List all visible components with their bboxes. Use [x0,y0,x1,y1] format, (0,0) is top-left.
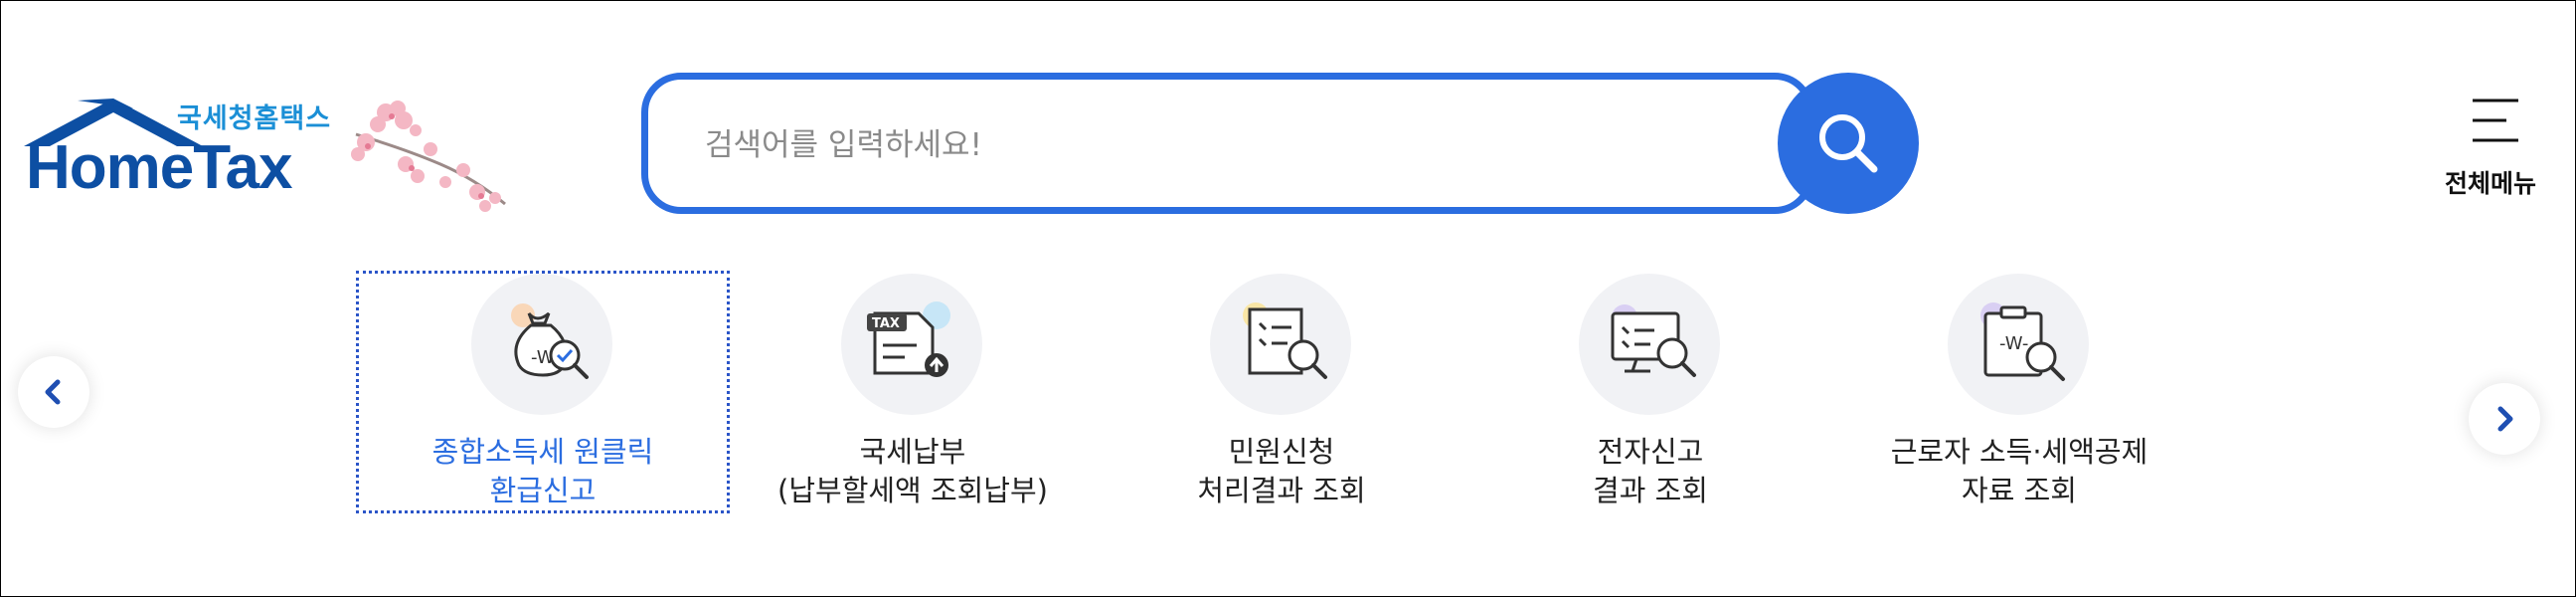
logo-subtitle: 국세청홈택스 [177,103,332,134]
quick-menu-label-line1: 종합소득세 원클릭 [431,435,654,469]
logo-title: HomeTax [26,133,292,202]
hometax-logo[interactable]: 국세청홈택스 HomeTax [18,95,506,214]
quick-menu-label-line2: 결과 조회 [1593,474,1708,507]
carousel-prev-button[interactable] [18,356,89,428]
quick-menu-icon-bg [1210,274,1351,415]
quick-menu-label: 종합소득세 원클릭 환급신고 [359,433,727,510]
quick-menu-item-income-tax-refund[interactable]: -W- 종합소득세 원클릭 환급신고 [356,271,730,513]
quick-menu-icon-bg: -W- [1948,274,2089,415]
monitor-search-icon [1611,304,1696,377]
hamburger-icon [2473,99,2518,142]
quick-menu-label-line1: 전자신고 [1597,435,1704,469]
quick-menu-label: 민원신청 처리결과 조회 [1098,433,1465,510]
quick-menu-label-line2: 자료 조회 [1962,474,2077,507]
all-menu-label: 전체메뉴 [2444,169,2536,198]
quick-menu-label-line2: (납부할세액 조회납부) [777,474,1048,507]
quick-menu-item-civil-petition-result[interactable]: 민원신청 처리결과 조회 [1098,274,1465,510]
quick-menu-item-tax-payment[interactable]: TAX 국세납부 (납부할세액 조회납부) [729,274,1097,510]
chevron-right-icon [2497,406,2513,432]
quick-menu-icon-bg: -W- [471,274,612,415]
quick-menu-item-worker-deduction-data[interactable]: -W- 근로자 소득·세액공제 자료 조회 [1835,274,2203,510]
quick-menu-icon-bg: TAX [841,274,982,415]
quick-menu-label-line1: 민원신청 [1228,435,1335,469]
search-input[interactable] [703,119,1701,171]
quick-menu-label: 근로자 소득·세액공제 자료 조회 [1835,433,2203,510]
tax-document-upload-icon: TAX [867,301,950,377]
quick-menu-icon-bg [1579,274,1720,415]
quick-menu-label-line2: 처리결과 조회 [1197,474,1366,507]
quick-menu-label: 전자신고 결과 조회 [1466,433,1834,510]
svg-text:TAX: TAX [872,316,900,331]
search-button[interactable] [1778,73,1919,214]
cherry-blossom-icon [351,100,506,212]
checklist-search-icon [1243,302,1327,379]
quick-menu-label-line1: 근로자 소득·세액공제 [1890,435,2148,469]
search-icon [1819,114,1878,173]
money-bag-search-icon: -W- [511,303,589,379]
chevron-left-icon [45,379,61,405]
quick-menu-label-line1: 국세납부 [859,435,966,469]
clipboard-won-search-icon: -W- [1980,302,2065,381]
quick-menu-label-line2: 환급신고 [489,474,597,507]
svg-text:-W-: -W- [1999,333,2028,354]
quick-menu-label: 국세납부 (납부할세액 조회납부) [729,433,1097,510]
quick-menu-item-e-filing-result[interactable]: 전자신고 결과 조회 [1466,274,1834,510]
search-box [641,73,1814,214]
carousel-next-button[interactable] [2469,383,2540,455]
all-menu-button[interactable]: 전체메뉴 [2426,95,2555,204]
